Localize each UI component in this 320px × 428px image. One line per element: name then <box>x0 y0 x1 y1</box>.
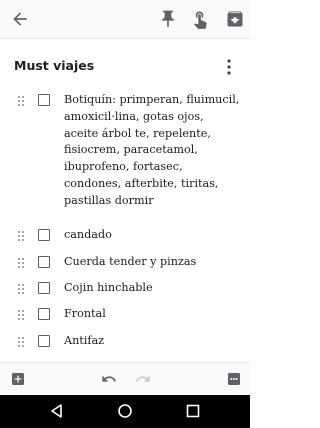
add-box-icon[interactable] <box>10 371 26 387</box>
drag-handle-icon[interactable] <box>17 283 25 295</box>
checkbox[interactable] <box>38 335 50 347</box>
drag-handle-icon[interactable] <box>17 336 25 348</box>
bottom-toolbar <box>0 362 250 396</box>
top-toolbar <box>0 0 250 39</box>
checkbox[interactable] <box>38 256 50 268</box>
note-title[interactable]: Must viajes <box>14 58 94 73</box>
reminder-icon[interactable] <box>190 9 210 29</box>
checkbox[interactable] <box>38 282 50 294</box>
item-text[interactable]: Antifaz <box>64 333 240 350</box>
checkbox[interactable] <box>38 229 50 241</box>
nav-home-icon[interactable] <box>117 403 133 419</box>
back-arrow-icon[interactable] <box>10 9 30 29</box>
drag-handle-icon[interactable] <box>17 309 25 321</box>
nav-recents-icon[interactable] <box>185 403 201 419</box>
checkbox[interactable] <box>38 308 50 320</box>
item-text[interactable]: Cuerda tender y pinzas <box>64 254 240 271</box>
pin-icon[interactable] <box>158 9 178 29</box>
archive-icon[interactable] <box>225 9 245 29</box>
undo-icon[interactable] <box>101 371 117 387</box>
redo-icon[interactable] <box>135 371 151 387</box>
more-vert-icon[interactable] <box>224 58 234 76</box>
item-text[interactable]: Cojin hinchable <box>64 280 240 297</box>
drag-handle-icon[interactable] <box>17 230 25 242</box>
nav-back-icon[interactable] <box>49 403 65 419</box>
item-text[interactable]: Botiquín: primperan, fluimucil, amoxicil… <box>64 92 240 210</box>
item-text[interactable]: candado <box>64 227 240 244</box>
checkbox[interactable] <box>38 94 50 106</box>
drag-handle-icon[interactable] <box>17 95 25 107</box>
item-text[interactable]: Frontal <box>64 306 240 323</box>
drag-handle-icon[interactable] <box>17 257 25 269</box>
note-title-row: Must viajes <box>0 48 250 84</box>
more-options-icon[interactable] <box>226 371 242 387</box>
system-nav-bar <box>0 395 250 428</box>
